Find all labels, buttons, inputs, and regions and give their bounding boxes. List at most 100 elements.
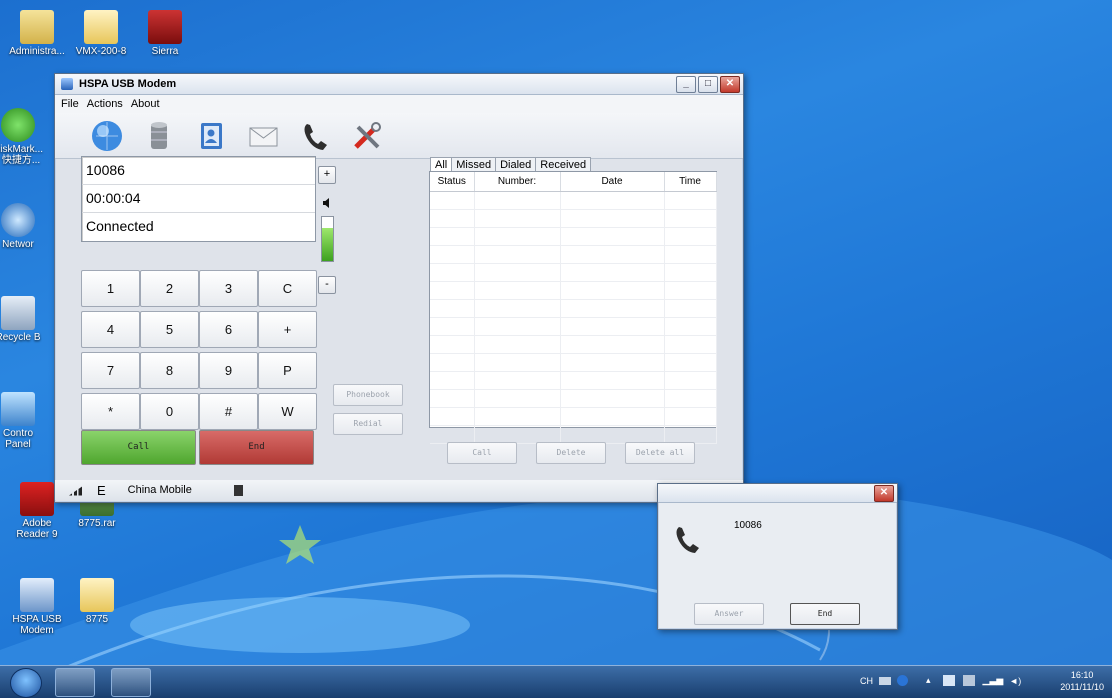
table-row[interactable] [430, 299, 717, 318]
menu-about[interactable]: About [131, 98, 160, 110]
status-bar: E China Mobile [55, 480, 743, 500]
table-row[interactable] [430, 245, 717, 264]
desktop-icon-label: Recycle B [0, 332, 41, 343]
volume-down-button[interactable]: - [318, 276, 336, 294]
key-plus[interactable]: + [258, 311, 317, 348]
column-number[interactable]: Number: [474, 172, 561, 192]
desktop-icon-vmx[interactable]: VMX-200-8 [66, 10, 136, 57]
key-c[interactable]: C [258, 270, 317, 307]
key-2[interactable]: 2 [140, 270, 199, 307]
tools-icon[interactable] [349, 118, 385, 154]
table-cell [664, 389, 717, 408]
help-icon[interactable] [897, 675, 908, 686]
taskbar-hspa-modem[interactable] [55, 668, 95, 697]
main-window: HSPA USB Modem _ □ ✕ File Actions About … [54, 73, 744, 503]
modem-device-icon [233, 484, 243, 496]
tray-language[interactable]: CH [860, 676, 873, 686]
table-cell [474, 425, 561, 444]
phone-icon[interactable] [297, 118, 333, 154]
title-bar[interactable]: HSPA USB Modem _ □ ✕ [55, 74, 743, 95]
table-row[interactable] [430, 371, 717, 390]
key-star[interactable]: * [81, 393, 140, 430]
call-button[interactable]: Call [81, 430, 196, 465]
table-cell [430, 245, 475, 264]
log-delete-button[interactable]: Delete [536, 442, 606, 464]
end-button[interactable]: End [199, 430, 314, 465]
signal-tray-icon[interactable]: ▁▃▅ [983, 675, 1004, 686]
table-row[interactable] [430, 227, 717, 246]
popup-close-button[interactable]: ✕ [874, 485, 894, 502]
tab-all[interactable]: All [430, 157, 453, 172]
key-p[interactable]: P [258, 352, 317, 389]
table-cell [560, 227, 665, 246]
table-row[interactable] [430, 191, 717, 210]
key-3[interactable]: 3 [199, 270, 258, 307]
diskmark-icon [1, 108, 35, 142]
start-button[interactable] [10, 668, 42, 698]
key-w[interactable]: W [258, 393, 317, 430]
globe-icon[interactable] [89, 118, 125, 154]
table-row[interactable] [430, 389, 717, 408]
key-0[interactable]: 0 [140, 393, 199, 430]
table-cell [430, 407, 475, 426]
table-row[interactable] [430, 263, 717, 282]
table-row[interactable] [430, 209, 717, 228]
popup-end-button[interactable]: End [790, 603, 860, 625]
table-row[interactable] [430, 317, 717, 336]
key-6[interactable]: 6 [199, 311, 258, 348]
menu-file[interactable]: File [61, 98, 79, 110]
table-row[interactable] [430, 335, 717, 354]
key-9[interactable]: 9 [199, 352, 258, 389]
desktop-icon-diskmark[interactable]: DiskMark... - 快捷方... [0, 108, 53, 166]
keyboard-icon[interactable] [879, 676, 891, 685]
minimize-button[interactable]: _ [676, 75, 696, 93]
table-row[interactable] [430, 425, 717, 444]
table-cell [664, 407, 717, 426]
table-cell [560, 425, 665, 444]
volume-tray-icon[interactable]: ◄) [1009, 676, 1021, 686]
desktop-icon-recycle-bin[interactable]: Recycle B [0, 296, 53, 343]
answer-button[interactable]: Answer [694, 603, 764, 625]
contacts-icon[interactable] [193, 118, 229, 154]
menu-actions[interactable]: Actions [87, 98, 123, 110]
table-row[interactable] [430, 407, 717, 426]
table-row[interactable] [430, 281, 717, 300]
maximize-button[interactable]: □ [698, 75, 718, 93]
log-delete-all-button[interactable]: Delete all [625, 442, 695, 464]
desktop-icon-control-panel[interactable]: Contro Panel [0, 392, 53, 450]
column-time[interactable]: Time [664, 172, 717, 192]
log-call-button[interactable]: Call [447, 442, 517, 464]
clock-date: 2011/11/10 [1060, 682, 1104, 692]
desktop-icon-network[interactable]: Networ [0, 203, 53, 250]
phonebook-button[interactable]: Phonebook [333, 384, 403, 406]
key-hash[interactable]: # [199, 393, 258, 430]
clock[interactable]: 16:10 2011/11/10 [1060, 669, 1104, 693]
volume-up-button[interactable]: + [318, 166, 336, 184]
key-8[interactable]: 8 [140, 352, 199, 389]
tab-received[interactable]: Received [535, 157, 592, 172]
key-1[interactable]: 1 [81, 270, 140, 307]
column-status[interactable]: Status [430, 172, 475, 192]
redial-button[interactable]: Redial [333, 413, 403, 435]
desktop-icon-8775-folder[interactable]: 8775 [62, 578, 132, 625]
taskbar-paint[interactable] [111, 668, 151, 697]
table-cell [560, 353, 665, 372]
action-center-icon[interactable] [942, 675, 955, 686]
close-button[interactable]: ✕ [720, 75, 740, 93]
key-7[interactable]: 7 [81, 352, 140, 389]
tray-expand-icon[interactable]: ▴ [926, 675, 931, 686]
tab-missed[interactable]: Missed [451, 157, 497, 172]
key-5[interactable]: 5 [140, 311, 199, 348]
popup-title-bar[interactable]: ✕ [658, 484, 897, 503]
desktop-icon-sierra[interactable]: Sierra [130, 10, 200, 57]
network-tray-icon[interactable] [962, 675, 975, 686]
table-row[interactable] [430, 353, 717, 372]
database-icon[interactable] [141, 118, 177, 154]
column-date[interactable]: Date [560, 172, 665, 192]
key-4[interactable]: 4 [81, 311, 140, 348]
table-cell [430, 425, 475, 444]
table-cell [560, 371, 665, 390]
tab-dialed[interactable]: Dialed [495, 157, 537, 172]
envelope-icon[interactable] [245, 118, 281, 154]
desktop-icon-administrator[interactable]: Administra... [2, 10, 72, 57]
